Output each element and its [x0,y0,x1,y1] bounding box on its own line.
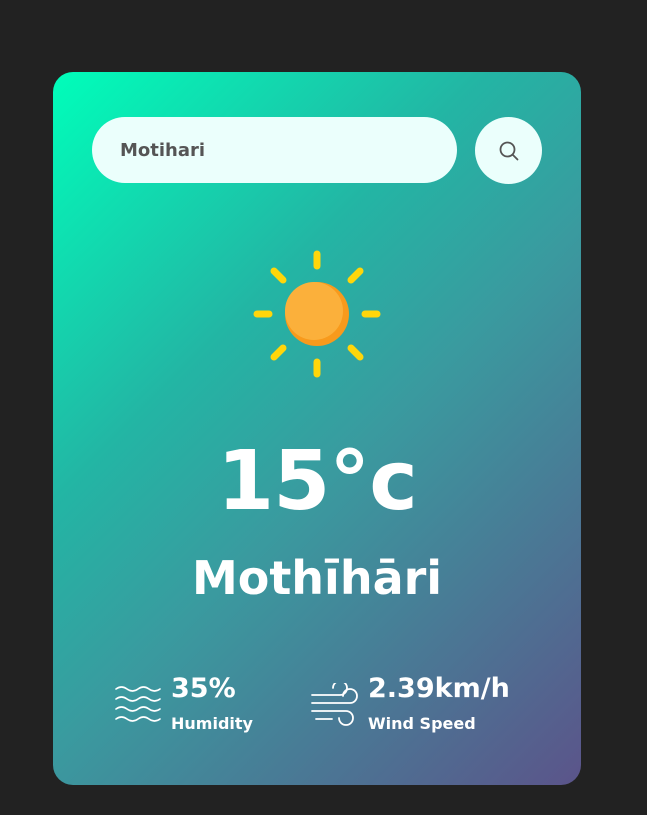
wind-label: Wind Speed [368,714,476,733]
search-icon [499,141,518,160]
search-button[interactable] [475,117,542,184]
sun-icon [253,250,381,378]
city-name: Mothīhāri [191,551,443,605]
humidity-waves-icon [115,686,161,722]
search-input[interactable] [92,117,457,183]
wind-icon [311,683,358,726]
humidity-value: 35% [171,673,236,704]
weather-card: 15°c Mothīhāri 35% Humidity 2.39km/h Win… [53,72,581,785]
humidity-label: Humidity [171,714,253,733]
temperature: 15°c [217,434,418,529]
wind-value: 2.39km/h [368,673,510,704]
